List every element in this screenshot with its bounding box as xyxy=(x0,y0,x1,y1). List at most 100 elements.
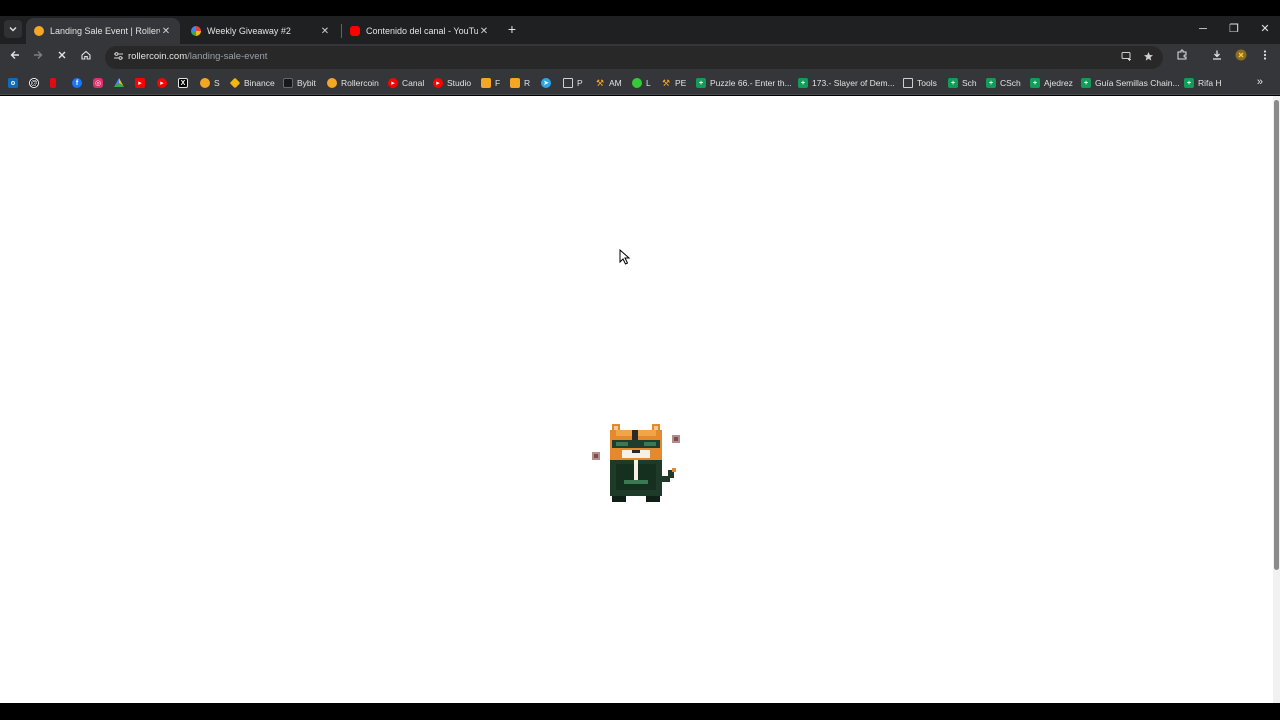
netflix-icon xyxy=(50,78,56,88)
bookmark-yahoo[interactable]: ▸ xyxy=(157,76,171,90)
puzzle-icon xyxy=(1177,49,1187,60)
bookmark-sch[interactable]: + Sch xyxy=(948,76,977,90)
drive-icon xyxy=(114,78,124,87)
tab-strip: Landing Sale Event | RollerCoin ✕ Weekly… xyxy=(0,16,1280,44)
bookmark-l[interactable]: L xyxy=(632,76,651,90)
chevron-down-icon xyxy=(9,27,17,32)
bookmark-facebook[interactable]: f xyxy=(72,76,86,90)
bookmark-studio[interactable]: ▸ Studio xyxy=(433,76,471,90)
install-app-icon[interactable] xyxy=(1119,51,1133,65)
tab-close-icon[interactable]: ✕ xyxy=(319,26,331,37)
bookmark-youtube[interactable]: ▸ xyxy=(135,76,149,90)
binance-icon xyxy=(229,77,241,89)
home-icon xyxy=(81,50,91,60)
bookmark-r[interactable]: R xyxy=(510,76,530,90)
youtube-icon: ▸ xyxy=(135,78,145,88)
bookmark-rifa-h[interactable]: + Rifa H xyxy=(1184,76,1222,90)
bookmark-bybit[interactable]: Bybit xyxy=(283,76,316,90)
new-tab-button[interactable]: + xyxy=(505,20,519,38)
bookmarks-overflow-button[interactable]: » xyxy=(1257,76,1263,88)
rollercoin-icon xyxy=(200,78,210,88)
bookmark-ajedrez[interactable]: + Ajedrez xyxy=(1030,76,1073,90)
arrow-right-icon xyxy=(34,51,43,59)
bookmark-173-slayer[interactable]: +173.- Slayer of Dem... xyxy=(798,76,895,90)
sheets-icon: + xyxy=(1030,78,1040,88)
bookmark-folder-tools[interactable]: Tools xyxy=(903,76,937,90)
tune-icon xyxy=(113,52,123,60)
page-viewport xyxy=(0,96,1273,703)
site-info-icon[interactable] xyxy=(111,51,125,64)
profile-avatar-icon xyxy=(1235,49,1247,61)
bookmark-binance[interactable]: Binance xyxy=(229,76,275,90)
tab-rollercoin[interactable]: Landing Sale Event | RollerCoin ✕ xyxy=(26,18,180,44)
hammer-icon: ⚒ xyxy=(595,77,605,88)
youtube-icon: ▸ xyxy=(157,78,167,88)
close-window-button[interactable]: ✕ xyxy=(1251,19,1279,39)
sheets-icon: + xyxy=(1081,78,1091,88)
bookmark-outlook[interactable]: o xyxy=(8,76,22,90)
url-domain: rollercoin.com xyxy=(128,51,188,62)
downloads-button[interactable] xyxy=(1209,49,1225,65)
bookmark-rollercoin[interactable]: Rollercoin xyxy=(327,76,379,90)
bookmark-puzzle-66[interactable]: + Puzzle 66.- Enter th... xyxy=(696,76,792,90)
screen-top-border xyxy=(0,0,1280,16)
instagram-icon: ◎ xyxy=(93,78,103,88)
mouse-cursor-icon xyxy=(619,249,631,265)
back-button[interactable] xyxy=(7,49,23,65)
bookmark-canal[interactable]: ▸ Canal xyxy=(388,76,424,90)
robot-icon xyxy=(632,78,642,88)
bookmark-star-icon[interactable] xyxy=(1141,51,1155,65)
cat-icon xyxy=(510,78,520,88)
tab-title: Contenido del canal - YouTube xyxy=(366,26,478,36)
bybit-icon xyxy=(283,78,293,88)
bookmark-csch[interactable]: + CSch xyxy=(986,76,1021,90)
browser-menu-button[interactable] xyxy=(1257,49,1273,65)
minimize-button[interactable]: ─ xyxy=(1189,19,1217,39)
url-text: rollercoin.com/landing-sale-event xyxy=(128,51,267,62)
bookmark-am[interactable]: ⚒ AM xyxy=(595,76,622,90)
restore-button[interactable]: ❐ xyxy=(1220,19,1248,39)
extensions-button[interactable] xyxy=(1174,49,1190,65)
bookmark-f[interactable]: F xyxy=(481,76,500,90)
kebab-menu-icon xyxy=(1263,50,1267,60)
sheets-icon: + xyxy=(696,78,706,88)
bookmark-pe[interactable]: ⚒ PE xyxy=(661,76,686,90)
sheets-icon: + xyxy=(798,78,808,88)
x-icon: X xyxy=(178,78,188,88)
sheets-icon: + xyxy=(986,78,996,88)
folder-icon xyxy=(563,78,573,88)
bookmarks-bar: o @ f ◎ ▸ ▸ X S Binance Bybit Rollercoin… xyxy=(0,71,1280,95)
tab-close-icon[interactable]: ✕ xyxy=(478,26,490,37)
profile-button[interactable] xyxy=(1233,49,1249,65)
bookmark-netflix[interactable] xyxy=(50,76,60,90)
arrow-left-icon xyxy=(10,51,19,59)
sheets-icon: + xyxy=(948,78,958,88)
giveaway-favicon-icon xyxy=(191,26,201,36)
youtube-studio-icon: ▸ xyxy=(433,78,443,88)
scrollbar-thumb[interactable] xyxy=(1274,100,1279,570)
bookmark-drive[interactable] xyxy=(114,76,128,90)
bookmark-telegram[interactable]: ➤ xyxy=(541,76,555,90)
bookmark-instagram[interactable]: ◎ xyxy=(93,76,107,90)
telegram-icon: ➤ xyxy=(541,78,551,88)
bookmark-folder-p[interactable]: P xyxy=(563,76,583,90)
bookmark-threads[interactable]: @ xyxy=(29,76,43,90)
bookmark-x[interactable]: X xyxy=(178,76,192,90)
tab-youtube[interactable]: Contenido del canal - YouTube ✕ xyxy=(342,18,498,44)
forward-button[interactable] xyxy=(30,49,46,65)
browser-toolbar: rollercoin.com/landing-sale-event xyxy=(0,44,1280,71)
bookmark-s[interactable]: S xyxy=(200,76,220,90)
tab-search-button[interactable] xyxy=(4,20,22,38)
address-bar[interactable]: rollercoin.com/landing-sale-event xyxy=(105,46,1163,69)
bookmark-guia-semillas[interactable]: + Guía Semillas Chain... xyxy=(1081,76,1180,90)
tab-close-icon[interactable]: ✕ xyxy=(160,26,172,37)
folder-icon xyxy=(903,78,913,88)
home-button[interactable] xyxy=(78,49,94,65)
stop-loading-button[interactable] xyxy=(54,49,70,65)
pixel-cat-loader-icon xyxy=(592,424,680,502)
rollercoin-icon xyxy=(327,78,337,88)
download-icon xyxy=(1213,50,1221,60)
tab-weekly-giveaway[interactable]: Weekly Giveaway #2 ✕ xyxy=(183,18,339,44)
stop-loading-icon xyxy=(58,51,66,59)
sheets-icon: + xyxy=(1184,78,1194,88)
